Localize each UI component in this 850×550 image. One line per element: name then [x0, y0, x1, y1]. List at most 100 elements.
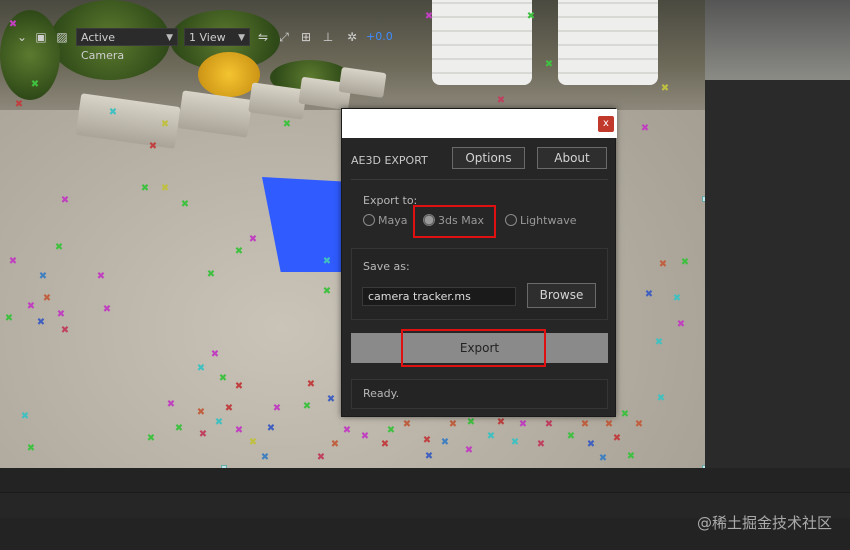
track-point-icon[interactable]	[566, 432, 576, 442]
track-point-icon[interactable]	[360, 432, 370, 442]
track-point-icon[interactable]	[466, 418, 476, 428]
track-point-icon[interactable]	[140, 184, 150, 194]
track-point-icon[interactable]	[272, 404, 282, 414]
track-point-icon[interactable]	[36, 318, 46, 328]
dialog-titlebar[interactable]: x	[342, 109, 617, 138]
track-point-icon[interactable]	[26, 302, 36, 312]
track-point-icon[interactable]	[612, 434, 622, 444]
track-point-icon[interactable]	[316, 453, 326, 463]
track-point-icon[interactable]	[424, 12, 434, 22]
track-point-icon[interactable]	[634, 420, 644, 430]
track-point-icon[interactable]	[160, 120, 170, 130]
track-point-icon[interactable]	[4, 314, 14, 324]
toggle-pixel-aspect-icon[interactable]: ⇋	[255, 28, 271, 46]
track-point-icon[interactable]	[108, 108, 118, 118]
track-point-icon[interactable]	[146, 434, 156, 444]
track-point-icon[interactable]	[148, 142, 158, 152]
track-point-icon[interactable]	[536, 440, 546, 450]
track-point-icon[interactable]	[330, 440, 340, 450]
track-point-icon[interactable]	[672, 294, 682, 304]
track-point-icon[interactable]	[544, 60, 554, 70]
track-point-icon[interactable]	[234, 247, 244, 257]
track-point-icon[interactable]	[620, 410, 630, 420]
close-button[interactable]: x	[598, 116, 614, 132]
track-point-icon[interactable]	[544, 420, 554, 430]
track-point-icon[interactable]	[464, 446, 474, 456]
track-point-icon[interactable]	[486, 432, 496, 442]
track-point-icon[interactable]	[676, 320, 686, 330]
track-point-icon[interactable]	[448, 420, 458, 430]
track-point-icon[interactable]	[210, 350, 220, 360]
track-point-icon[interactable]	[56, 310, 66, 320]
track-point-icon[interactable]	[496, 418, 506, 428]
track-point-icon[interactable]	[260, 453, 270, 463]
track-point-icon[interactable]	[38, 272, 48, 282]
track-point-icon[interactable]	[660, 84, 670, 94]
track-point-icon[interactable]	[20, 412, 30, 422]
track-point-icon[interactable]	[386, 426, 396, 436]
flowchart-icon[interactable]: ⊥	[320, 28, 336, 46]
track-point-icon[interactable]	[248, 438, 258, 448]
track-point-icon[interactable]	[302, 402, 312, 412]
solid-layer-plane[interactable]	[262, 177, 347, 272]
track-point-icon[interactable]	[322, 287, 332, 297]
track-point-icon[interactable]	[166, 400, 176, 410]
timeline-icon[interactable]: ⊞	[298, 28, 314, 46]
track-point-icon[interactable]	[440, 438, 450, 448]
track-point-icon[interactable]	[526, 12, 536, 22]
track-point-icon[interactable]	[654, 338, 664, 348]
track-point-icon[interactable]	[96, 272, 106, 282]
track-point-icon[interactable]	[510, 438, 520, 448]
track-point-icon[interactable]	[14, 100, 24, 110]
track-point-icon[interactable]	[54, 243, 64, 253]
track-point-icon[interactable]	[234, 382, 244, 392]
filename-input[interactable]	[362, 287, 516, 306]
radio-maya[interactable]: Maya	[363, 213, 407, 229]
track-point-icon[interactable]	[586, 440, 596, 450]
fast-previews-icon[interactable]: ⤢	[276, 28, 292, 46]
track-point-icon[interactable]	[198, 430, 208, 440]
track-point-icon[interactable]	[380, 440, 390, 450]
display-mode-icon[interactable]: ▣	[33, 28, 49, 46]
track-point-icon[interactable]	[422, 436, 432, 446]
track-point-icon[interactable]	[224, 404, 234, 414]
track-point-icon[interactable]	[326, 395, 336, 405]
track-point-icon[interactable]	[60, 196, 70, 206]
track-point-icon[interactable]	[402, 420, 412, 430]
track-point-icon[interactable]	[26, 444, 36, 454]
track-point-icon[interactable]	[282, 120, 292, 130]
track-point-icon[interactable]	[60, 326, 70, 336]
track-point-icon[interactable]	[322, 257, 332, 267]
radio-lightwave[interactable]: Lightwave	[505, 213, 576, 229]
exposure-value[interactable]: +0.0	[366, 28, 393, 46]
track-point-icon[interactable]	[102, 305, 112, 315]
track-point-icon[interactable]	[658, 260, 668, 270]
track-point-icon[interactable]	[266, 424, 276, 434]
track-point-icon[interactable]	[644, 290, 654, 300]
track-point-icon[interactable]	[218, 374, 228, 384]
track-point-icon[interactable]	[248, 235, 258, 245]
track-point-icon[interactable]	[656, 394, 666, 404]
track-point-icon[interactable]	[580, 420, 590, 430]
track-point-icon[interactable]	[342, 426, 352, 436]
track-point-icon[interactable]	[160, 184, 170, 194]
view-layout-select[interactable]: 1 View ▼	[184, 28, 250, 46]
track-point-icon[interactable]	[234, 426, 244, 436]
track-point-icon[interactable]	[518, 420, 528, 430]
track-point-icon[interactable]	[180, 200, 190, 210]
track-point-icon[interactable]	[206, 270, 216, 280]
exposure-reset-icon[interactable]: ✲	[344, 28, 360, 46]
track-point-icon[interactable]	[626, 452, 636, 462]
track-point-icon[interactable]	[680, 258, 690, 268]
track-point-icon[interactable]	[42, 294, 52, 304]
track-point-icon[interactable]	[8, 257, 18, 267]
about-button[interactable]: About	[537, 147, 607, 169]
track-point-icon[interactable]	[30, 80, 40, 90]
track-point-icon[interactable]	[598, 454, 608, 464]
track-point-icon[interactable]	[196, 408, 206, 418]
options-button[interactable]: Options	[452, 147, 525, 169]
chevron-down-icon[interactable]: ⌄	[14, 28, 30, 46]
camera-select[interactable]: Active Camera ▼	[76, 28, 178, 62]
track-point-icon[interactable]	[174, 424, 184, 434]
browse-button[interactable]: Browse	[527, 283, 596, 308]
